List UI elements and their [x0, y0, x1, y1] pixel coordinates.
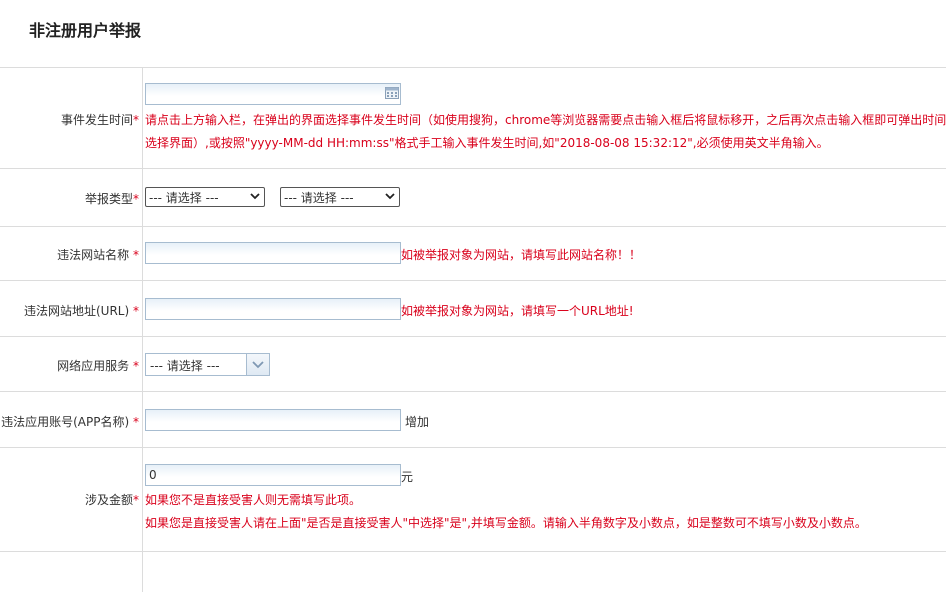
event-time-label: 事件发生时间*	[60, 113, 139, 127]
column-divider	[142, 392, 143, 447]
site-name-hint: 如被举报对象为网站，请填写此网站名称！！	[401, 248, 642, 262]
required-mark: *	[133, 248, 139, 262]
report-type-label: 举报类型*	[84, 192, 139, 206]
chevron-down-icon	[252, 361, 264, 369]
amount-label: 涉及金额*	[84, 493, 139, 507]
column-divider	[142, 227, 143, 280]
required-mark: *	[133, 493, 139, 507]
row-site-url: 违法网站地址(URL) * 如被举报对象为网站，请填写一个URL地址!	[0, 281, 946, 337]
app-account-input[interactable]	[145, 409, 401, 431]
row-next	[0, 552, 946, 592]
chevron-down-icon	[250, 193, 260, 200]
row-event-time: 事件发生时间* 请点击上方输入栏，在弹出的界面选择事件发生时间（如使用搜狗，ch…	[0, 68, 946, 169]
row-report-type: 举报类型* --- 请选择 --- --- 请选择 ---	[0, 169, 946, 227]
app-service-select[interactable]: --- 请选择 ---	[145, 353, 270, 376]
amount-hint-2: 如果您是直接受害人请在上面"是否是直接受害人"中选择"是",并填写金额。请输入半…	[145, 516, 867, 530]
event-time-input[interactable]	[145, 83, 401, 105]
required-mark: *	[133, 415, 139, 429]
row-app-account: 违法应用账号(APP名称) * 增加	[0, 392, 946, 448]
column-divider	[142, 552, 143, 592]
row-site-name: 违法网站名称 * 如被举报对象为网站，请填写此网站名称！！	[0, 227, 946, 281]
event-time-hint-2: 选择界面）,或按照"yyyy-MM-dd HH:mm:ss"格式手工输入事件发生…	[145, 136, 829, 150]
site-name-label: 违法网站名称 *	[57, 248, 139, 262]
amount-hint-1: 如果您不是直接受害人则无需填写此项。	[145, 493, 362, 507]
amount-input[interactable]	[145, 464, 401, 486]
row-app-service: 网络应用服务 * --- 请选择 ---	[0, 337, 946, 392]
column-divider	[142, 448, 143, 551]
site-url-input[interactable]	[145, 298, 401, 320]
required-mark: *	[133, 304, 139, 318]
event-time-hint-1: 请点击上方输入栏，在弹出的界面选择事件发生时间（如使用搜狗，chrome等浏览器…	[145, 113, 946, 127]
required-mark: *	[133, 359, 139, 373]
row-amount: 涉及金额* 元 如果您不是直接受害人则无需填写此项。 如果您是直接受害人请在上面…	[0, 448, 946, 552]
column-divider	[142, 337, 143, 391]
app-account-label: 违法应用账号(APP名称) *	[1, 415, 139, 429]
add-account-link[interactable]: 增加	[405, 413, 429, 430]
dropdown-button[interactable]	[246, 354, 269, 375]
amount-unit: 元	[401, 470, 414, 484]
report-form: 事件发生时间* 请点击上方输入栏，在弹出的界面选择事件发生时间（如使用搜狗，ch…	[0, 67, 946, 592]
required-mark: *	[133, 113, 139, 127]
required-mark: *	[133, 192, 139, 206]
column-divider	[142, 281, 143, 336]
site-name-input[interactable]	[145, 242, 401, 264]
column-divider	[142, 68, 143, 168]
report-type-select-1[interactable]: --- 请选择 ---	[145, 187, 265, 207]
chevron-down-icon	[385, 193, 395, 200]
app-service-label: 网络应用服务 *	[57, 359, 139, 373]
site-url-label: 违法网站地址(URL) *	[24, 304, 139, 318]
column-divider	[142, 169, 143, 226]
report-type-select-2[interactable]: --- 请选择 ---	[280, 187, 400, 207]
site-url-hint: 如被举报对象为网站，请填写一个URL地址!	[401, 304, 634, 318]
calendar-icon[interactable]	[385, 86, 399, 99]
page-title: 非注册用户举报	[29, 21, 142, 40]
